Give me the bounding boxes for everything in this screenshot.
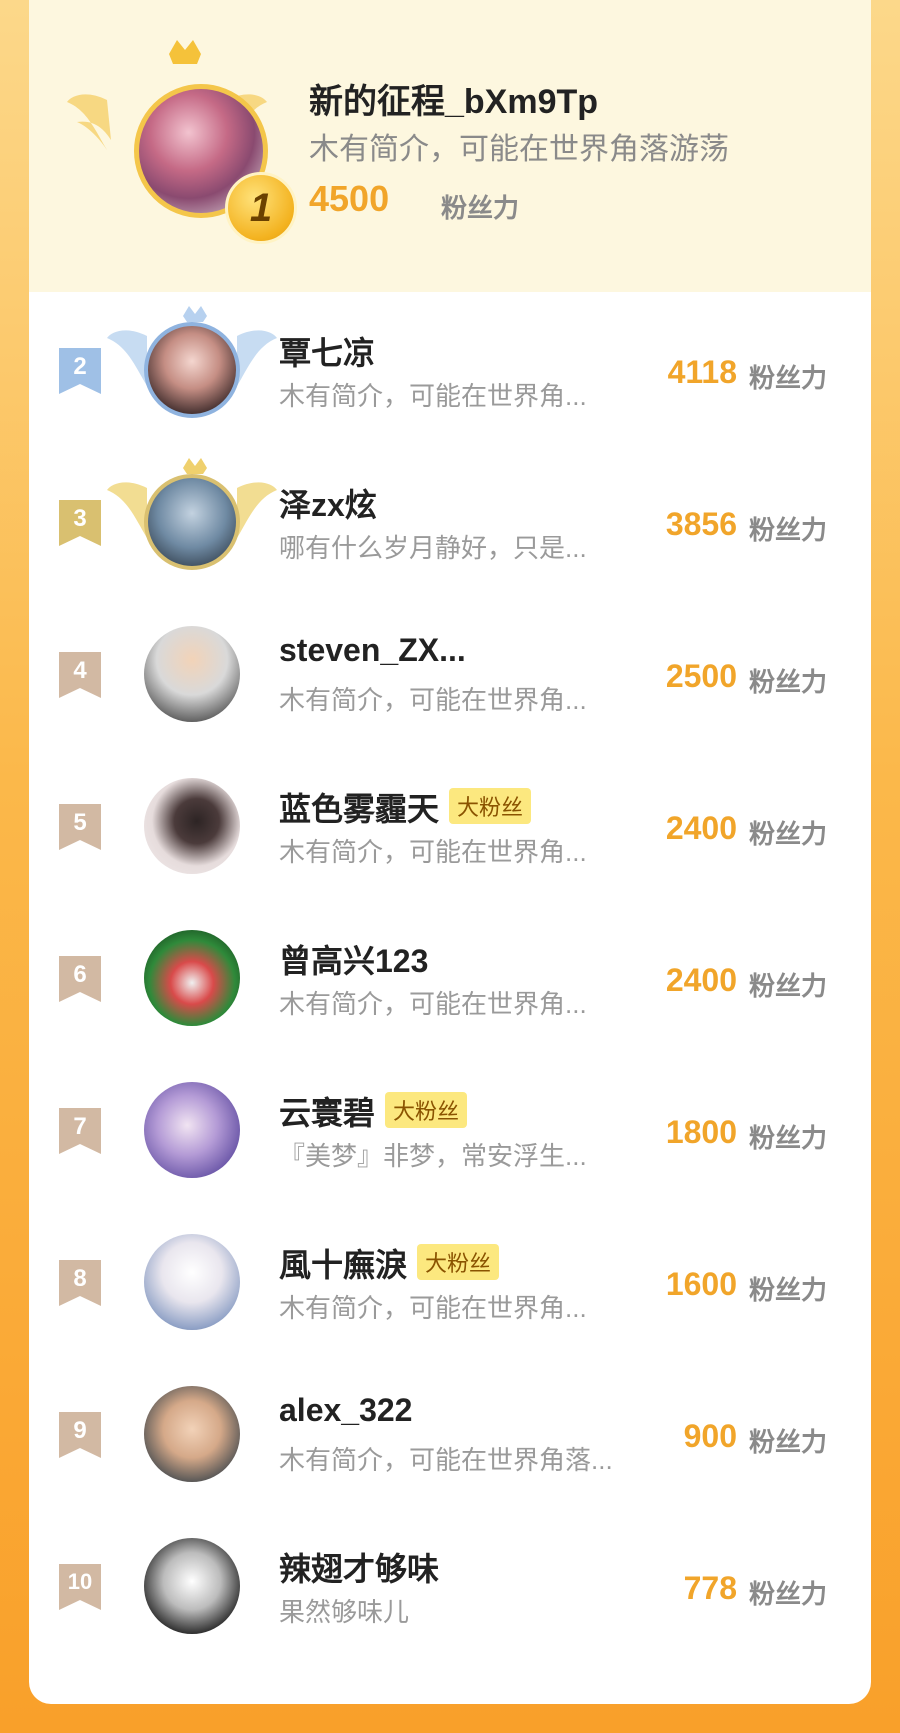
list-item[interactable]: 9 alex_322 木有简介，可能在世界角落... 900 粉丝力 [29, 1356, 871, 1508]
user-bio: 木有简介，可能在世界角... [279, 1293, 587, 1323]
rank-flag-icon: 2 [59, 348, 101, 394]
fan-score-unit: 粉丝力 [748, 1275, 827, 1305]
list-item[interactable]: 4 steven_ZX... 木有简介，可能在世界角... 2500 粉丝力 [29, 596, 871, 748]
leader-section[interactable]: 1 新的征程_bXm9Tp 木有简介，可能在世界角落游荡 4500 粉丝力 [29, 0, 871, 292]
crown-icon [169, 40, 201, 64]
user-bio: 木有简介，可能在世界角落... [279, 1445, 613, 1475]
avatar[interactable] [144, 1538, 240, 1634]
avatar[interactable] [144, 1082, 240, 1178]
list-item[interactable]: 6 曾高兴123 木有简介，可能在世界角... 2400 粉丝力 [29, 900, 871, 1052]
user-bio: 木有简介，可能在世界角... [279, 381, 587, 411]
user-name[interactable]: 泽zx炫 [279, 480, 377, 526]
list-item[interactable]: 10 辣翅才够味 果然够味儿 778 粉丝力 [29, 1508, 871, 1660]
fan-badge: 大粉丝 [417, 1244, 500, 1280]
fan-score: 900 [683, 1418, 737, 1454]
rank-1-badge: 1 [225, 172, 297, 244]
avatar[interactable] [144, 1386, 240, 1482]
fan-score: 1600 [665, 1266, 737, 1302]
user-bio: 哪有什么岁月静好，只是... [279, 533, 587, 563]
avatar[interactable] [144, 626, 240, 722]
user-bio: 木有简介，可能在世界角... [279, 685, 587, 715]
avatar[interactable] [144, 1234, 240, 1330]
rank-flag-icon: 7 [59, 1108, 101, 1154]
leader-avatar-frame: 1 [67, 40, 297, 244]
avatar[interactable] [144, 930, 240, 1026]
user-name[interactable]: 曾高兴123 [279, 936, 428, 982]
fan-score: 3856 [665, 506, 737, 542]
fan-score: 778 [683, 1570, 737, 1606]
rank-flag-icon: 6 [59, 956, 101, 1002]
fan-score-unit: 粉丝力 [748, 819, 827, 849]
leader-score-unit: 粉丝力 [441, 193, 520, 223]
user-name[interactable]: steven_ZX... [279, 632, 466, 669]
user-name[interactable]: 風十廡淚 大粉丝 [279, 1240, 500, 1286]
list-item[interactable]: 7 云寰碧 大粉丝 『美梦』非梦，常安浮生... 1800 粉丝力 [29, 1052, 871, 1204]
fan-score-unit: 粉丝力 [748, 1427, 827, 1457]
list-item[interactable]: 2 覃七凉 木有简介，可能在世界角... 4118 粉丝力 [29, 292, 871, 444]
rank-flag-icon: 9 [59, 1412, 101, 1458]
fan-score-unit: 粉丝力 [748, 971, 827, 1001]
crown-icon [183, 306, 207, 322]
fan-badge: 大粉丝 [449, 788, 532, 824]
fan-score: 2500 [665, 658, 737, 694]
fan-score: 2400 [665, 810, 737, 846]
leader-bio: 木有简介，可能在世界角落游荡 [309, 133, 729, 166]
fan-score-unit: 粉丝力 [748, 363, 827, 393]
rank-flag-icon: 8 [59, 1260, 101, 1306]
user-bio: 木有简介，可能在世界角... [279, 989, 587, 1019]
rank-flag-icon: 3 [59, 500, 101, 546]
user-name[interactable]: 辣翅才够味 [279, 1544, 439, 1590]
rank-flag-icon: 5 [59, 804, 101, 850]
fan-score-unit: 粉丝力 [748, 1579, 827, 1609]
leader-score: 4500 [309, 178, 390, 219]
fan-ranking-card: 1 新的征程_bXm9Tp 木有简介，可能在世界角落游荡 4500 粉丝力 2 … [29, 0, 871, 1704]
fan-score: 4118 [667, 354, 737, 390]
list-item[interactable]: 3 泽zx炫 哪有什么岁月静好，只是... 3856 粉丝力 [29, 444, 871, 596]
fan-badge: 大粉丝 [385, 1092, 468, 1128]
avatar[interactable] [144, 474, 240, 570]
list-item[interactable]: 8 風十廡淚 大粉丝 木有简介，可能在世界角... 1600 粉丝力 [29, 1204, 871, 1356]
fan-score-unit: 粉丝力 [748, 515, 827, 545]
rank-flag-icon: 10 [59, 1564, 101, 1610]
user-bio: 果然够味儿 [279, 1597, 410, 1627]
user-bio: 『美梦』非梦，常安浮生... [279, 1141, 587, 1171]
leader-name[interactable]: 新的征程_bXm9Tp [309, 74, 598, 123]
fan-score: 2400 [665, 962, 737, 998]
user-name[interactable]: 蓝色雾霾天 大粉丝 [279, 784, 532, 830]
list-item[interactable]: 5 蓝色雾霾天 大粉丝 木有简介，可能在世界角... 2400 粉丝力 [29, 748, 871, 900]
crown-icon [183, 458, 207, 474]
user-bio: 木有简介，可能在世界角... [279, 837, 587, 867]
fan-score-unit: 粉丝力 [748, 667, 827, 697]
avatar[interactable] [144, 322, 240, 418]
user-name[interactable]: 覃七凉 [279, 328, 375, 374]
fan-score: 1800 [665, 1114, 737, 1150]
rank-flag-icon: 4 [59, 652, 101, 698]
avatar[interactable] [144, 778, 240, 874]
fan-score-unit: 粉丝力 [748, 1123, 827, 1153]
user-name[interactable]: alex_322 [279, 1392, 412, 1429]
user-name[interactable]: 云寰碧 大粉丝 [279, 1088, 468, 1134]
